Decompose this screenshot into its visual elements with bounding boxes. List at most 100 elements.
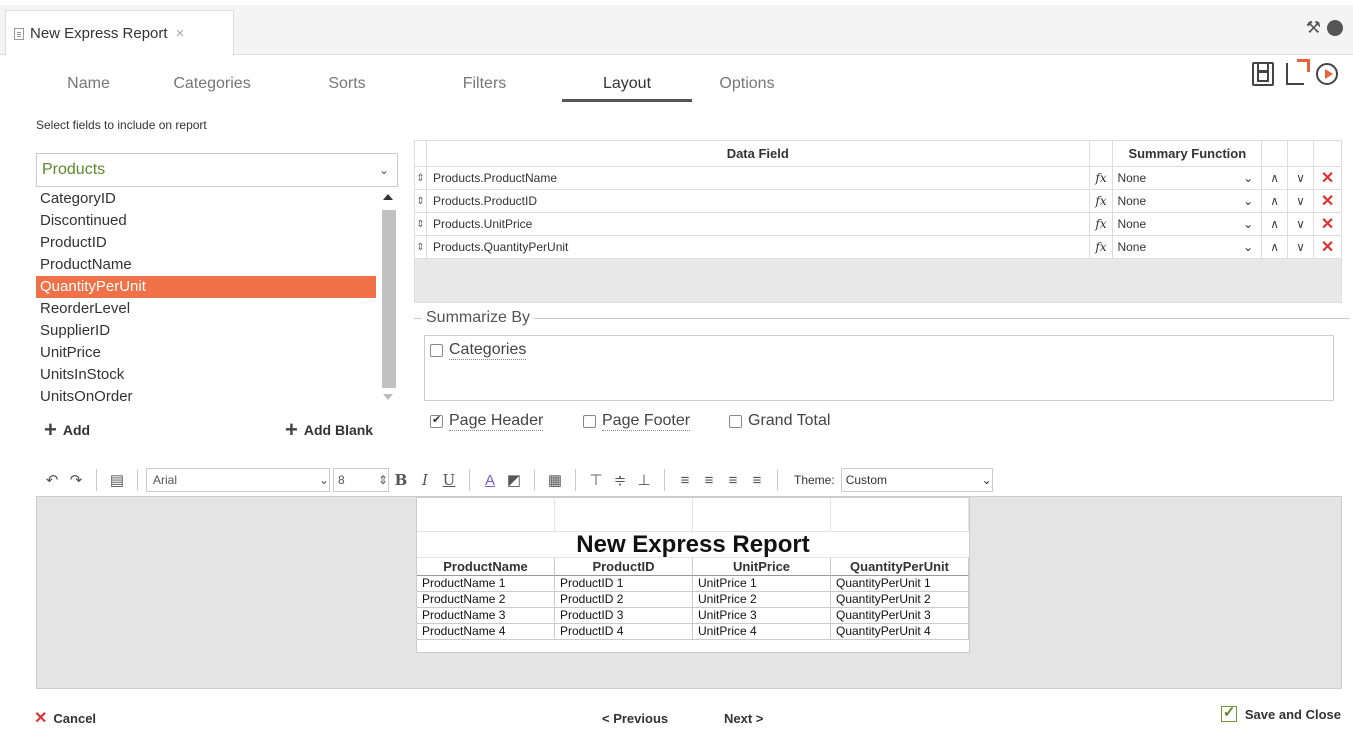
drag-handle-icon[interactable]: ⇕ (415, 167, 427, 189)
report-cell[interactable]: UnitPrice 2 (693, 592, 831, 608)
italic-button[interactable]: I (413, 471, 437, 489)
next-button[interactable]: Next > (724, 711, 763, 726)
font-family-select[interactable]: Arial ⌄ (146, 468, 330, 492)
tab-sorts[interactable]: Sorts (287, 70, 407, 102)
grand-total-checkbox[interactable]: Grand Total (729, 412, 830, 430)
drag-handle-icon[interactable]: ⇕ (415, 190, 427, 212)
blank-cell[interactable] (693, 498, 831, 531)
report-cell[interactable]: UnitPrice 3 (693, 608, 831, 624)
stepper-icon[interactable]: ⇕ (378, 473, 388, 487)
theme-select[interactable]: Custom ⌄ (840, 468, 993, 492)
report-column-header[interactable]: UnitPrice (693, 558, 831, 576)
report-cell[interactable]: QuantityPerUnit 4 (831, 624, 969, 640)
borders-icon[interactable]: ▦ (543, 471, 567, 489)
checkbox-checked-icon[interactable] (430, 413, 443, 428)
tab-categories[interactable]: Categories (137, 70, 287, 102)
report-cell[interactable]: ProductName 1 (417, 576, 555, 592)
checkbox-icon[interactable] (583, 415, 596, 428)
fill-color-icon[interactable]: ◩ (502, 471, 526, 489)
data-field-cell[interactable]: Products.ProductName (427, 167, 1090, 189)
function-icon[interactable]: fx (1090, 190, 1114, 212)
font-size-stepper[interactable]: 8 ⇕ (333, 468, 389, 492)
report-cell[interactable]: QuantityPerUnit 2 (831, 592, 969, 608)
previous-button[interactable]: < Previous (602, 711, 668, 726)
align-right-icon[interactable]: ≡ (721, 472, 745, 489)
report-cell[interactable]: ProductName 3 (417, 608, 555, 624)
move-up-icon[interactable]: ∧ (1262, 190, 1289, 212)
move-up-icon[interactable]: ∧ (1262, 213, 1289, 235)
align-left-icon[interactable]: ≡ (673, 472, 697, 489)
data-field-cell[interactable]: Products.ProductID (427, 190, 1090, 212)
move-down-icon[interactable]: ∨ (1288, 236, 1315, 258)
delete-icon[interactable]: ✕ (1314, 236, 1341, 258)
move-up-icon[interactable]: ∧ (1262, 167, 1289, 189)
report-cell[interactable]: UnitPrice 4 (693, 624, 831, 640)
function-icon[interactable]: fx (1090, 213, 1114, 235)
list-item-selected[interactable]: QuantityPerUnit (36, 276, 376, 298)
tab-options[interactable]: Options (692, 70, 802, 102)
drag-handle-icon[interactable]: ⇕ (415, 236, 427, 258)
report-column-header[interactable]: QuantityPerUnit (831, 558, 969, 576)
close-tab-icon[interactable]: × (176, 25, 185, 42)
summary-function-select[interactable]: None ⌄ (1113, 167, 1263, 189)
list-item[interactable]: ProductName (36, 254, 376, 276)
summary-function-select[interactable]: None ⌄ (1113, 190, 1263, 212)
underline-button[interactable]: U (437, 471, 461, 489)
align-justify-icon[interactable]: ≡ (745, 472, 769, 489)
move-up-icon[interactable]: ∧ (1262, 236, 1289, 258)
summary-function-select[interactable]: None ⌄ (1113, 213, 1263, 235)
run-report-icon[interactable] (1316, 63, 1338, 85)
report-canvas[interactable]: New Express Report ProductName ProductID… (416, 497, 970, 653)
scroll-down-arrow[interactable] (383, 394, 393, 400)
list-item[interactable]: UnitsOnOrder (36, 386, 376, 408)
save-and-close-button[interactable]: Save and Close (1220, 703, 1341, 722)
field-list-scrollbar[interactable] (378, 188, 398, 408)
redo-icon[interactable]: ↷ (64, 471, 88, 489)
list-item[interactable]: CategoryID (36, 188, 376, 210)
align-top-icon[interactable]: ⊤ (584, 471, 608, 489)
data-field-cell[interactable]: Products.UnitPrice (427, 213, 1090, 235)
list-item[interactable]: Discontinued (36, 210, 376, 232)
delete-icon[interactable]: ✕ (1314, 190, 1341, 212)
move-down-icon[interactable]: ∨ (1288, 167, 1315, 189)
categories-checkbox[interactable]: Categories (430, 341, 527, 360)
bold-button[interactable]: B (389, 471, 413, 489)
page-header-checkbox[interactable]: Page Header (430, 412, 544, 431)
add-blank-button[interactable]: + Add Blank (285, 419, 373, 441)
move-down-icon[interactable]: ∨ (1288, 213, 1315, 235)
report-cell[interactable]: ProductName 2 (417, 592, 555, 608)
align-center-icon[interactable]: ≡ (697, 472, 721, 489)
cancel-button[interactable]: ✕ Cancel (34, 708, 96, 728)
report-cell[interactable]: ProductID 1 (555, 576, 693, 592)
table-select[interactable]: Products ⌄ (36, 153, 398, 187)
align-bottom-icon[interactable]: ⊥ (632, 471, 656, 489)
report-cell[interactable]: QuantityPerUnit 1 (831, 576, 969, 592)
drag-handle-icon[interactable]: ⇕ (415, 213, 427, 235)
tab-filters[interactable]: Filters (407, 70, 562, 102)
list-item[interactable]: UnitsInStock (36, 364, 376, 386)
move-down-icon[interactable]: ∨ (1288, 190, 1315, 212)
report-cell[interactable]: QuantityPerUnit 3 (831, 608, 969, 624)
blank-cell[interactable] (417, 498, 555, 531)
report-column-header[interactable]: ProductName (417, 558, 555, 576)
tab-name[interactable]: Name (40, 70, 137, 102)
function-icon[interactable]: fx (1090, 236, 1114, 258)
help-icon[interactable]: ? (1327, 19, 1343, 36)
export-icon[interactable] (1286, 59, 1310, 85)
field-list[interactable]: CategoryID Discontinued ProductID Produc… (36, 188, 398, 408)
list-item[interactable]: ReorderLevel (36, 298, 376, 320)
add-button[interactable]: + Add (44, 419, 90, 441)
report-cell[interactable]: ProductID 3 (555, 608, 693, 624)
tab-layout[interactable]: Layout (562, 70, 692, 102)
report-cell[interactable]: ProductName 4 (417, 624, 555, 640)
undo-icon[interactable]: ↶ (40, 471, 64, 489)
font-color-button[interactable]: A (478, 472, 502, 489)
page-footer-checkbox[interactable]: Page Footer (583, 412, 691, 431)
document-tab[interactable]: New Express Report × (5, 10, 234, 56)
data-field-cell[interactable]: Products.QuantityPerUnit (427, 236, 1090, 258)
function-icon[interactable]: fx (1090, 167, 1114, 189)
report-cell[interactable]: ProductID 2 (555, 592, 693, 608)
tools-icon[interactable]: ⚒ (1306, 18, 1321, 38)
scroll-thumb[interactable] (382, 210, 396, 388)
blank-cell[interactable] (831, 498, 969, 531)
